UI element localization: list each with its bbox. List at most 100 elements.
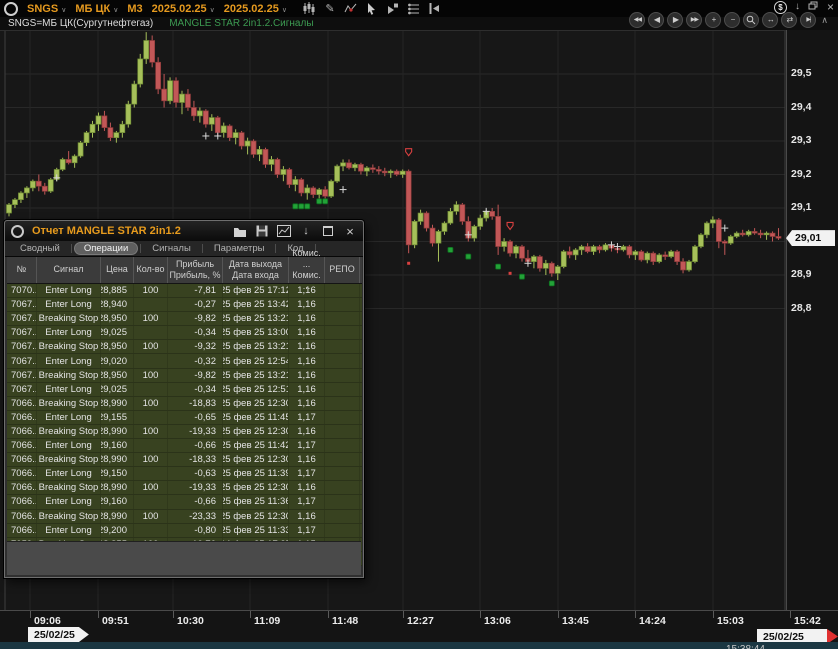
- cell: [134, 439, 168, 452]
- board-selector[interactable]: МБ ЦК ∨: [75, 3, 118, 15]
- symbol-selector[interactable]: SNGS ∨: [27, 3, 66, 15]
- equity-chart-icon[interactable]: [277, 225, 291, 238]
- cell: 7066...: [7, 524, 37, 537]
- chevron-down-icon: ∨: [113, 6, 118, 14]
- board-label: МБ ЦК: [75, 3, 110, 15]
- cell: 7066...: [7, 467, 37, 480]
- cursor-icon[interactable]: [365, 2, 379, 16]
- maximize-icon[interactable]: [321, 225, 335, 238]
- cell: 25 фев 25 12:30: [223, 397, 289, 410]
- cell: -0,63: [168, 467, 223, 480]
- tab-сигналы[interactable]: Сигналы: [143, 242, 200, 255]
- zoom-in[interactable]: +: [705, 12, 721, 28]
- column-header[interactable]: Сигнал: [37, 257, 101, 283]
- draw-pencil-icon[interactable]: ✎: [323, 2, 337, 16]
- cell: [325, 524, 360, 537]
- chevron-down-icon: ∨: [210, 6, 215, 14]
- nav-backward[interactable]: ◀: [648, 12, 664, 28]
- open-folder-icon[interactable]: [233, 225, 247, 238]
- levels-icon[interactable]: [407, 2, 421, 16]
- trade-row[interactable]: 7067...Enter Long29,025-0,3425 фев 25 12…: [7, 383, 362, 397]
- cell: 7066...: [7, 425, 37, 438]
- trade-row[interactable]: 7066...Breaking Stop28,990100-19,3325 фе…: [7, 481, 362, 495]
- cell: 7066...: [7, 453, 37, 466]
- date-to-selector[interactable]: 2025.02.25 ∨: [224, 3, 287, 15]
- cell: Breaking Stop: [37, 425, 101, 438]
- cell: -23,33: [168, 510, 223, 523]
- indicator-icon[interactable]: [344, 2, 358, 16]
- cell: 7066...: [7, 510, 37, 523]
- close-dialog-icon[interactable]: ×: [343, 225, 357, 238]
- cell: [325, 510, 360, 523]
- nav-forward[interactable]: ▶: [667, 12, 683, 28]
- chevron-down-icon: ∨: [61, 6, 66, 14]
- cell: [134, 383, 168, 396]
- time-tick-label: 10:30: [177, 615, 204, 627]
- minimize-icon[interactable]: ↓: [795, 2, 800, 12]
- nav-fast-backward[interactable]: ◀◀: [629, 12, 645, 28]
- date-from-label: 2025.02.25: [152, 3, 207, 15]
- cell: 25 фев 25 12:30: [223, 481, 289, 494]
- column-header[interactable]: Дата выходаДата входа: [223, 257, 289, 283]
- trade-row[interactable]: 7066...Breaking Stop28,990100-18,8325 фе…: [7, 397, 362, 411]
- trade-row[interactable]: 7066...Enter Long29,160-0,6625 фев 25 11…: [7, 495, 362, 509]
- cell: 1,17: [289, 467, 325, 480]
- column-header[interactable]: Комис. ...Комис. ...: [289, 257, 325, 283]
- zoom-out[interactable]: −: [724, 12, 740, 28]
- trade-row[interactable]: 7067...Breaking Stop28,950100-9,3225 фев…: [7, 340, 362, 354]
- column-header[interactable]: ПрибыльПрибыль, %: [168, 257, 223, 283]
- compress-horizontal[interactable]: ⇄: [781, 12, 797, 28]
- trade-row[interactable]: 7066...Enter Long29,160-0,6625 фев 25 11…: [7, 439, 362, 453]
- trade-row[interactable]: 7067...Enter Long28,940-0,2725 фев 25 13…: [7, 298, 362, 312]
- trade-row[interactable]: 7066...Enter Long29,150-0,6325 фев 25 11…: [7, 467, 362, 481]
- export-down-icon[interactable]: ↓: [299, 225, 313, 238]
- column-header[interactable]: Кол-во: [134, 257, 168, 283]
- cell: 28,990: [101, 453, 134, 466]
- tab-параметры[interactable]: Параметры: [205, 242, 274, 255]
- agent-run-icon[interactable]: [386, 2, 400, 16]
- tab-сводный[interactable]: Сводный: [11, 242, 69, 255]
- report-dialog-titlebar[interactable]: Отчет MANGLE STAR 2in1.2 ↓ ×: [5, 221, 363, 241]
- cell: 25 фев 25 13:00: [223, 326, 289, 339]
- timeframe-label: М3: [127, 3, 142, 15]
- cell: 7067...: [7, 354, 37, 367]
- save-icon[interactable]: [255, 225, 269, 238]
- trade-row[interactable]: 7066...Enter Long29,200-0,8025 фев 25 11…: [7, 524, 362, 538]
- column-header[interactable]: Цена: [101, 257, 134, 283]
- column-header[interactable]: РЕПО: [325, 257, 360, 283]
- horizontal-scrollbar[interactable]: [0, 642, 838, 649]
- trade-row[interactable]: 7067...Enter Long29,025-0,3425 фев 25 13…: [7, 326, 362, 340]
- column-header[interactable]: №: [7, 257, 37, 283]
- cell: 25 фев 25 17:12: [223, 284, 289, 297]
- expand-horizontal[interactable]: ↔: [762, 12, 778, 28]
- price-tick-label: 29,5: [791, 67, 811, 79]
- candlestick-style-icon[interactable]: [302, 2, 316, 16]
- time-axis[interactable]: 25/02/25 25/02/25 09:0609:5110:3011:0911…: [0, 610, 838, 642]
- close-icon[interactable]: ×: [827, 1, 834, 13]
- tab-операции[interactable]: Операции: [74, 242, 138, 255]
- cell: 100: [134, 312, 168, 325]
- cell: [325, 495, 360, 508]
- trade-row[interactable]: 7066...Enter Long29,155-0,6525 фев 25 11…: [7, 411, 362, 425]
- date-from-selector[interactable]: 2025.02.25 ∨: [152, 3, 215, 15]
- chart-toolbar: ✎: [302, 2, 442, 16]
- cell: 100: [134, 284, 168, 297]
- cell: [134, 467, 168, 480]
- trade-row[interactable]: 7067...Breaking Stop28,950100-9,8225 фев…: [7, 369, 362, 383]
- window-icon[interactable]: [4, 2, 18, 16]
- snap-left-icon[interactable]: [428, 2, 442, 16]
- trade-row[interactable]: 7066...Breaking Stop28,990100-19,3325 фе…: [7, 425, 362, 439]
- cell: 29,150: [101, 467, 134, 480]
- go-to-end[interactable]: ▶|: [800, 12, 816, 28]
- timeframe-selector[interactable]: М3: [127, 3, 142, 15]
- cell: 29,155: [101, 411, 134, 424]
- nav-fast-forward[interactable]: ▶▶: [686, 12, 702, 28]
- trade-row[interactable]: 7066...Breaking Stop28,990100-18,3325 фе…: [7, 453, 362, 467]
- trade-row[interactable]: 7070...Enter Long28,885100-7,8125 фев 25…: [7, 284, 362, 298]
- trade-row[interactable]: 7067...Enter Long29,020-0,3225 фев 25 12…: [7, 354, 362, 368]
- collapse-panel[interactable]: ∧: [821, 15, 828, 26]
- price-axis[interactable]: 29,529,429,329,229,12928,928,829,01: [786, 30, 838, 610]
- zoom-window[interactable]: [743, 12, 759, 28]
- trade-row[interactable]: 7067...Breaking Stop28,950100-9,8225 фев…: [7, 312, 362, 326]
- trade-row[interactable]: 7066...Breaking Stop28,990100-23,3325 фе…: [7, 510, 362, 524]
